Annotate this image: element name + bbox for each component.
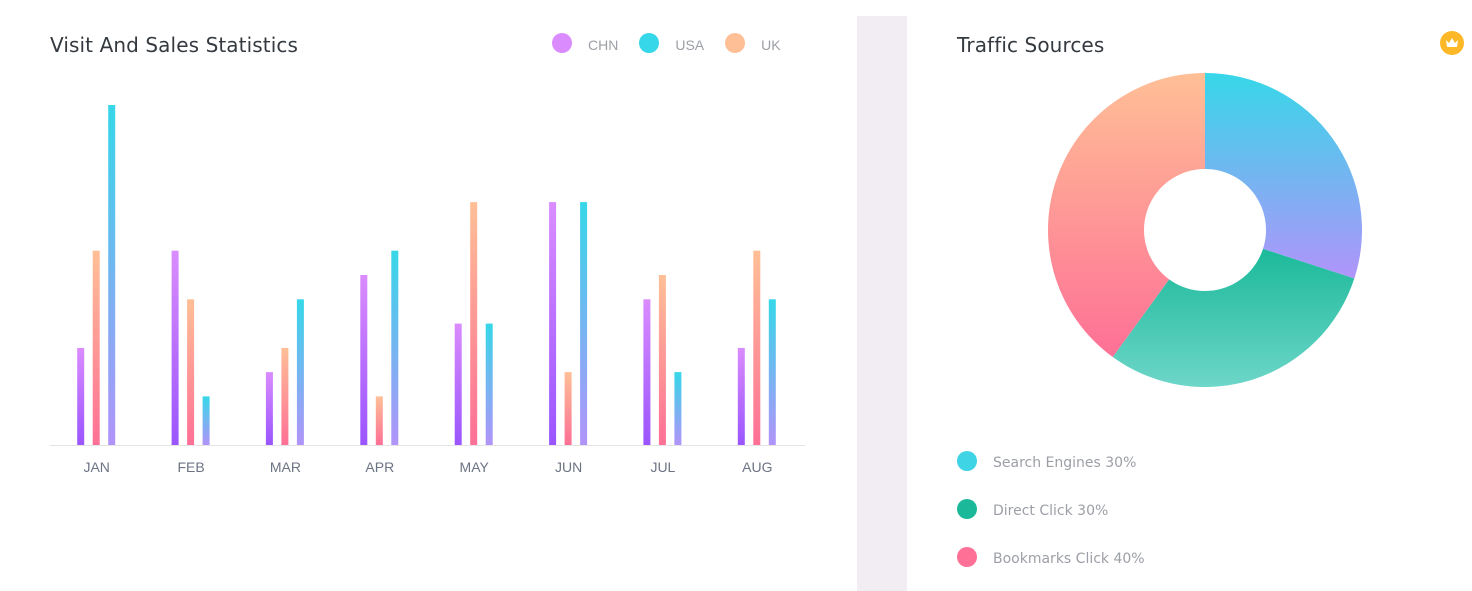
x-tick-label: MAY <box>460 459 490 475</box>
bar-chn-jan[interactable] <box>77 347 85 445</box>
bar-uk-jul[interactable] <box>658 275 666 445</box>
bar-chn-aug[interactable] <box>737 347 745 445</box>
bar-uk-aug[interactable] <box>753 250 761 445</box>
bar-chn-jun[interactable] <box>549 202 557 445</box>
traffic-legend-label: Search Engines 30% <box>993 455 1137 471</box>
traffic-legend-dot <box>957 499 977 519</box>
traffic-donut-chart <box>1047 73 1363 388</box>
bar-chn-mar[interactable] <box>265 372 273 445</box>
traffic-legend-label: Direct Click 30% <box>993 503 1109 519</box>
x-tick-label: AUG <box>742 459 772 475</box>
x-tick-label: APR <box>365 459 394 475</box>
bar-chn-jul[interactable] <box>643 299 651 445</box>
bar-usa-mar[interactable] <box>296 299 304 445</box>
bar-usa-apr[interactable] <box>391 250 399 445</box>
crown-icon[interactable] <box>1440 31 1464 55</box>
bar-chn-apr[interactable] <box>360 275 368 445</box>
x-tick-label: FEB <box>177 459 204 475</box>
traffic-sources-title: Traffic Sources <box>957 33 1105 57</box>
bar-uk-jan[interactable] <box>92 250 100 445</box>
traffic-legend: Search Engines 30% Direct Click 30% Bookma… <box>957 437 1145 581</box>
traffic-legend-label: Bookmarks Click 40% <box>993 551 1145 567</box>
donut-slice-search-engines[interactable] <box>1205 73 1363 279</box>
x-tick-label: JUL <box>650 459 675 475</box>
bar-usa-jun[interactable] <box>580 202 588 445</box>
bar-uk-feb[interactable] <box>187 299 195 445</box>
bar-uk-mar[interactable] <box>281 347 289 445</box>
bar-usa-may[interactable] <box>485 323 493 445</box>
bar-usa-jul[interactable] <box>674 372 682 445</box>
traffic-sources-card: Traffic Sources Search Engines 30% Direct… <box>907 0 1472 591</box>
bar-chn-may[interactable] <box>454 323 462 445</box>
traffic-legend-item[interactable]: Search Engines 30% <box>957 437 1145 485</box>
bar-uk-apr[interactable] <box>375 396 383 445</box>
bar-chart: JAN FEB MAR APR MAY JUN JUL AUG <box>50 105 805 475</box>
bar-usa-jan[interactable] <box>108 105 116 445</box>
bar-chn-feb[interactable] <box>171 250 179 445</box>
visit-sales-card: Visit And Sales Statistics CHN USA UK JAN F… <box>0 0 857 591</box>
bar-usa-aug[interactable] <box>768 299 776 445</box>
panel-gutter <box>857 16 907 591</box>
traffic-legend-item[interactable]: Direct Click 30% <box>957 485 1145 533</box>
traffic-legend-dot <box>957 451 977 471</box>
x-tick-label: JAN <box>83 459 109 475</box>
traffic-legend-dot <box>957 547 977 567</box>
bar-uk-jun[interactable] <box>564 372 572 445</box>
traffic-legend-item[interactable]: Bookmarks Click 40% <box>957 533 1145 581</box>
x-tick-label: JUN <box>555 459 582 475</box>
bar-uk-may[interactable] <box>470 202 478 445</box>
bar-usa-feb[interactable] <box>202 396 210 445</box>
x-tick-label: MAR <box>270 459 301 475</box>
